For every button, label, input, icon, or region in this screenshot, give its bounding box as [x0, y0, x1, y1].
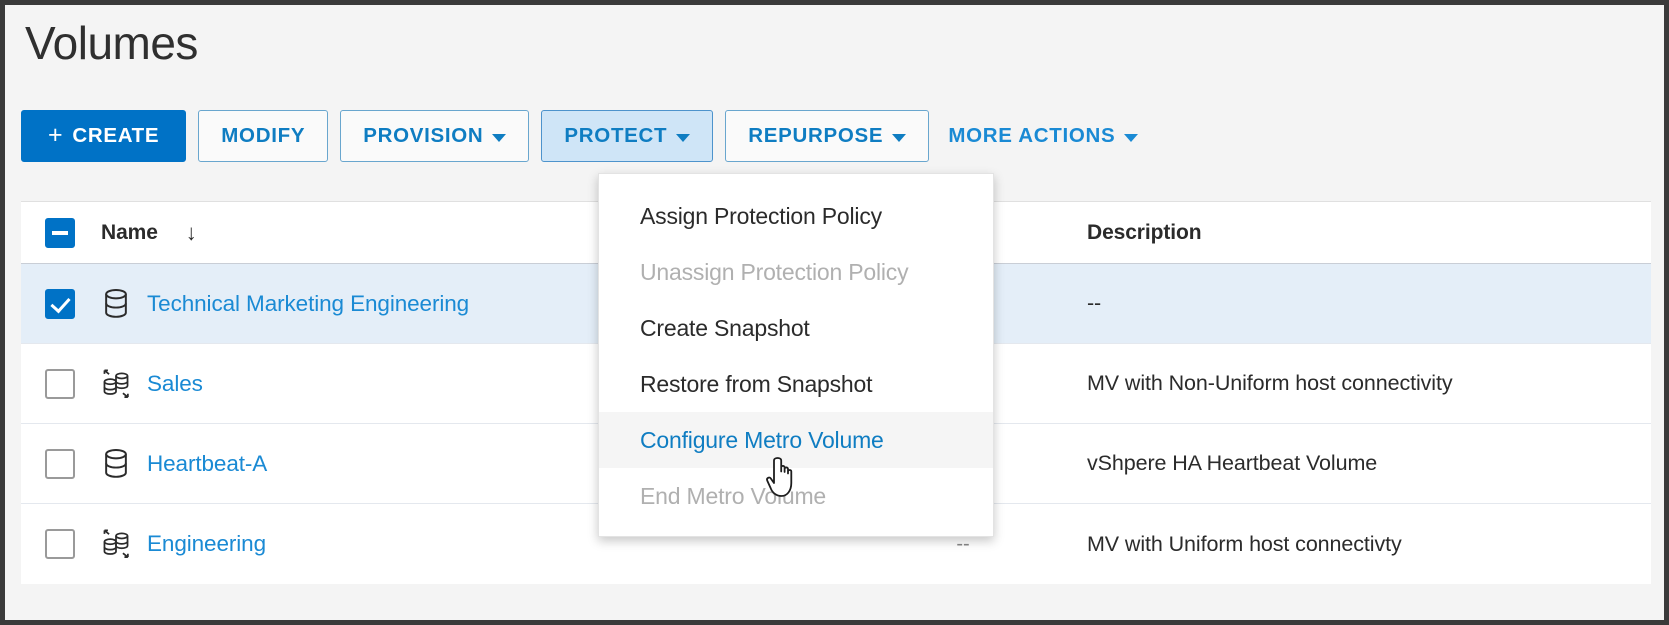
- volume-icon: [101, 448, 131, 480]
- row-description-cell: MV with Uniform host connectivty: [1087, 531, 1402, 556]
- row-checkbox-cell: [21, 448, 99, 479]
- chevron-down-icon: [676, 134, 691, 142]
- row-description-cell: vShpere HA Heartbeat Volume: [1087, 451, 1378, 475]
- protect-dropdown-menu: Assign Protection Policy Unassign Protec…: [598, 173, 994, 537]
- provision-dropdown-button[interactable]: PROVISION: [340, 110, 530, 162]
- row-checkbox[interactable]: [45, 368, 75, 399]
- create-button-label: CREATE: [72, 124, 160, 147]
- app-window: Volumes + CREATE MODIFY PROVISION PROTEC…: [0, 0, 1669, 625]
- column-header-description-label: Description: [1087, 221, 1202, 244]
- metro-volume-icon: [101, 528, 131, 560]
- menu-item-configure-metro-volume[interactable]: Configure Metro Volume: [599, 412, 993, 468]
- select-all-checkbox-cell: [21, 217, 99, 248]
- protect-dropdown-button[interactable]: PROTECT: [541, 110, 714, 162]
- menu-item-create-snapshot[interactable]: Create Snapshot: [599, 300, 993, 356]
- provision-button-label: PROVISION: [363, 124, 484, 147]
- row-checkbox[interactable]: [45, 448, 75, 479]
- metro-volume-icon: [101, 368, 131, 400]
- volume-name-link[interactable]: Engineering: [147, 531, 266, 557]
- row-checkbox[interactable]: [45, 529, 75, 559]
- modify-button[interactable]: MODIFY: [198, 110, 329, 162]
- row-description-cell: --: [1087, 291, 1102, 315]
- column-header-name-label: Name: [101, 220, 158, 244]
- chevron-down-icon: [1124, 134, 1139, 142]
- repurpose-button-label: REPURPOSE: [748, 124, 884, 147]
- volume-icon: [101, 288, 131, 320]
- column-header-description[interactable]: Description: [1057, 220, 1651, 245]
- menu-item-assign-protection-policy[interactable]: Assign Protection Policy: [599, 188, 993, 244]
- plus-icon: +: [48, 120, 64, 149]
- menu-item-unassign-protection-policy: Unassign Protection Policy: [640, 258, 909, 285]
- modify-button-label: MODIFY: [221, 124, 306, 147]
- repurpose-dropdown-button[interactable]: REPURPOSE: [725, 110, 930, 162]
- volume-name-link[interactable]: Technical Marketing Engineering: [147, 291, 469, 317]
- sort-descending-icon: ↓: [185, 219, 197, 245]
- row-checkbox-cell: [21, 368, 99, 399]
- volume-name-link[interactable]: Sales: [147, 371, 203, 397]
- create-button[interactable]: + CREATE: [21, 110, 187, 162]
- chevron-down-icon: [492, 134, 507, 142]
- more-actions-dropdown-button[interactable]: MORE ACTIONS: [941, 110, 1145, 162]
- menu-item-restore-from-snapshot[interactable]: Restore from Snapshot: [599, 356, 993, 412]
- menu-item-end-metro-volume: End Metro Volume: [640, 482, 827, 509]
- row-checkbox-cell: [21, 288, 99, 319]
- row-checkbox-cell: [21, 529, 99, 559]
- more-actions-button-label: MORE ACTIONS: [948, 124, 1116, 147]
- row-description-cell: MV with Non-Uniform host connectivity: [1087, 371, 1453, 395]
- chevron-down-icon: [892, 134, 907, 142]
- actions-toolbar: + CREATE MODIFY PROVISION PROTECT REPURP…: [21, 110, 1145, 162]
- select-all-checkbox[interactable]: [45, 217, 75, 248]
- page-title: Volumes: [25, 17, 198, 69]
- protect-button-label: PROTECT: [564, 124, 668, 147]
- volume-name-link[interactable]: Heartbeat-A: [147, 451, 267, 477]
- row-checkbox[interactable]: [45, 288, 75, 319]
